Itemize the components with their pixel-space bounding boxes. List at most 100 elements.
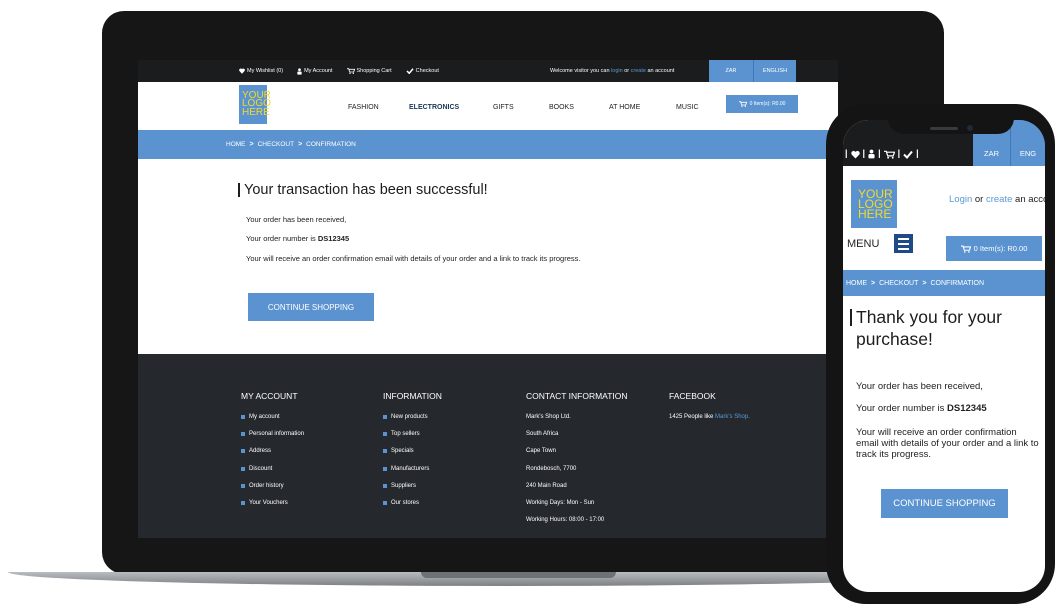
contact-line: Working Hours: 08:00 - 17:00 xyxy=(526,517,605,524)
footer-link[interactable]: Your Vouchers xyxy=(241,500,304,517)
footer-information: INFORMATION New products Top sellers Spe… xyxy=(383,391,442,517)
continue-shopping-button[interactable]: CONTINUE SHOPPING xyxy=(248,293,374,321)
mobile-language-selector[interactable]: ENG xyxy=(1010,120,1045,166)
footer-link[interactable]: New products xyxy=(383,414,442,431)
bullet-square-icon xyxy=(383,500,387,505)
footer-link[interactable]: Order history xyxy=(241,483,304,500)
mobile-order-number-text: Your order number is DS12345 xyxy=(856,403,987,414)
breadcrumb-checkout[interactable]: CHECKOUT xyxy=(258,141,294,148)
bullet-square-icon xyxy=(383,483,387,488)
mobile-order-received-text: Your order has been received, xyxy=(856,381,983,392)
contact-line: Cape Town xyxy=(526,448,556,455)
page-title: Your transaction has been successful! xyxy=(238,183,488,197)
create-account-link[interactable]: create xyxy=(631,68,646,74)
mobile-create-account-link[interactable]: create xyxy=(986,194,1012,205)
cart-icon xyxy=(960,245,971,253)
footer-link[interactable]: Our stores xyxy=(383,500,442,517)
cart-summary-button[interactable]: 0 Item(s): R0.00 xyxy=(726,95,798,113)
bullet-square-icon xyxy=(383,449,387,454)
menu-label[interactable]: MENU xyxy=(847,238,879,250)
confirmation-email-text: Your will receive an order confirmation … xyxy=(246,254,581,263)
phone-camera-icon xyxy=(967,125,973,131)
chevron-right-icon: > xyxy=(249,141,254,148)
breadcrumb-checkout[interactable]: CHECKOUT xyxy=(879,280,918,287)
shopping-cart-link[interactable]: Shopping Cart xyxy=(346,68,392,74)
breadcrumb-home[interactable]: HOME xyxy=(846,280,867,287)
mobile-site-logo[interactable]: YOUR LOGO HERE xyxy=(851,180,897,228)
mobile-screen: | | | | | ZAR ENG YOUR LOGO HERE Login o… xyxy=(843,120,1045,592)
heart-icon[interactable] xyxy=(850,150,860,159)
contact-line: South Africa xyxy=(526,431,559,438)
desktop-topbar: My Wishlist (0) My Account Shopping Cart… xyxy=(138,60,838,82)
cart-icon xyxy=(346,68,355,74)
bullet-square-icon xyxy=(241,466,245,471)
heart-icon xyxy=(239,68,245,74)
language-selector[interactable]: ENGLISH xyxy=(753,60,796,82)
contact-line: Mark's Shop Ltd. xyxy=(526,414,571,420)
phone-speaker xyxy=(930,127,958,130)
check-icon[interactable] xyxy=(903,150,913,159)
contact-line: 240 Main Road xyxy=(526,482,567,489)
order-received-text: Your order has been received, xyxy=(246,215,347,224)
site-footer: MY ACCOUNT My account Personal informati… xyxy=(138,354,838,538)
footer-my-account: MY ACCOUNT My account Personal informati… xyxy=(241,391,304,517)
footer-link[interactable]: My account xyxy=(241,414,304,431)
nav-item-books[interactable]: BOOKS xyxy=(549,104,574,111)
topbar-links: My Wishlist (0) My Account Shopping Cart… xyxy=(239,60,439,82)
mobile-continue-shopping-button[interactable]: CONTINUE SHOPPING xyxy=(881,489,1008,518)
footer-link[interactable]: Specials xyxy=(383,448,442,465)
nav-item-electronics[interactable]: ELECTRONICS xyxy=(409,104,459,111)
footer-facebook: FACEBOOK 1425 People like Mark's Shop. xyxy=(669,391,750,420)
footer-link[interactable]: Suppliers xyxy=(383,483,442,500)
breadcrumb: HOME > CHECKOUT > CONFIRMATION xyxy=(138,130,838,159)
footer-link[interactable]: Discount xyxy=(241,466,304,483)
welcome-message: Welcome visitor you can login or create … xyxy=(550,68,675,74)
breadcrumb-home[interactable]: HOME xyxy=(226,141,246,148)
currency-selector[interactable]: ZAR xyxy=(709,60,753,82)
user-icon[interactable] xyxy=(868,149,875,159)
confirmation-content: Your transaction has been successful! Yo… xyxy=(138,159,838,354)
chevron-right-icon: > xyxy=(922,279,927,287)
breadcrumb-confirmation: CONFIRMATION xyxy=(306,141,356,148)
mobile-confirmation-email-text: Your will receive an order confirmation … xyxy=(856,427,1039,460)
check-icon xyxy=(406,68,414,74)
cart-icon xyxy=(738,101,747,107)
chevron-right-icon: > xyxy=(871,279,876,287)
laptop-hinge-notch xyxy=(421,572,616,578)
bullet-square-icon xyxy=(241,483,245,488)
facebook-likes-text: 1425 People like Mark's Shop. xyxy=(669,414,750,420)
cart-icon[interactable] xyxy=(883,150,895,159)
mobile-page-title: Thank you for your purchase! xyxy=(850,306,1040,350)
facebook-page-link[interactable]: Mark's Shop. xyxy=(715,414,750,420)
nav-item-gifts[interactable]: GIFTS xyxy=(493,104,514,111)
bullet-square-icon xyxy=(383,432,387,437)
nav-item-music[interactable]: MUSIC xyxy=(676,104,699,111)
mobile-cart-summary-button[interactable]: 0 Item(s): R0.00 xyxy=(946,236,1042,261)
bullet-square-icon xyxy=(241,500,245,505)
bullet-square-icon xyxy=(383,466,387,471)
bullet-square-icon xyxy=(241,449,245,454)
mobile-login-link[interactable]: Login xyxy=(949,194,972,205)
site-logo[interactable]: YOUR LOGO HERE xyxy=(239,85,271,124)
order-number: DS12345 xyxy=(947,403,987,414)
mobile-topbar-icons: | | | | | xyxy=(845,148,919,159)
footer-link[interactable]: Manufacturers xyxy=(383,466,442,483)
contact-line: Working Days: Mon - Sun xyxy=(526,499,595,506)
footer-contact-information: CONTACT INFORMATION Mark's Shop Ltd. Sou… xyxy=(526,391,628,534)
nav-item-at-home[interactable]: AT HOME xyxy=(609,104,640,111)
bullet-square-icon xyxy=(241,415,245,419)
footer-link[interactable]: Top sellers xyxy=(383,431,442,448)
checkout-link[interactable]: Checkout xyxy=(406,68,439,74)
mobile-account-links: Login or create an account xyxy=(949,194,1045,205)
login-link[interactable]: login xyxy=(611,68,623,74)
breadcrumb-confirmation: CONFIRMATION xyxy=(930,279,985,287)
account-link[interactable]: My Account xyxy=(297,67,333,75)
hamburger-menu-icon[interactable] xyxy=(894,234,913,253)
nav-item-fashion[interactable]: FASHION xyxy=(348,104,379,111)
chevron-right-icon: > xyxy=(298,141,303,148)
wishlist-link[interactable]: My Wishlist (0) xyxy=(239,68,283,74)
footer-link[interactable]: Personal information xyxy=(241,431,304,448)
footer-link[interactable]: Address xyxy=(241,448,304,465)
contact-line: Rondebosch, 7700 xyxy=(526,465,577,472)
mobile-breadcrumb: HOME > CHECKOUT > CONFIRMATION xyxy=(843,270,1045,296)
